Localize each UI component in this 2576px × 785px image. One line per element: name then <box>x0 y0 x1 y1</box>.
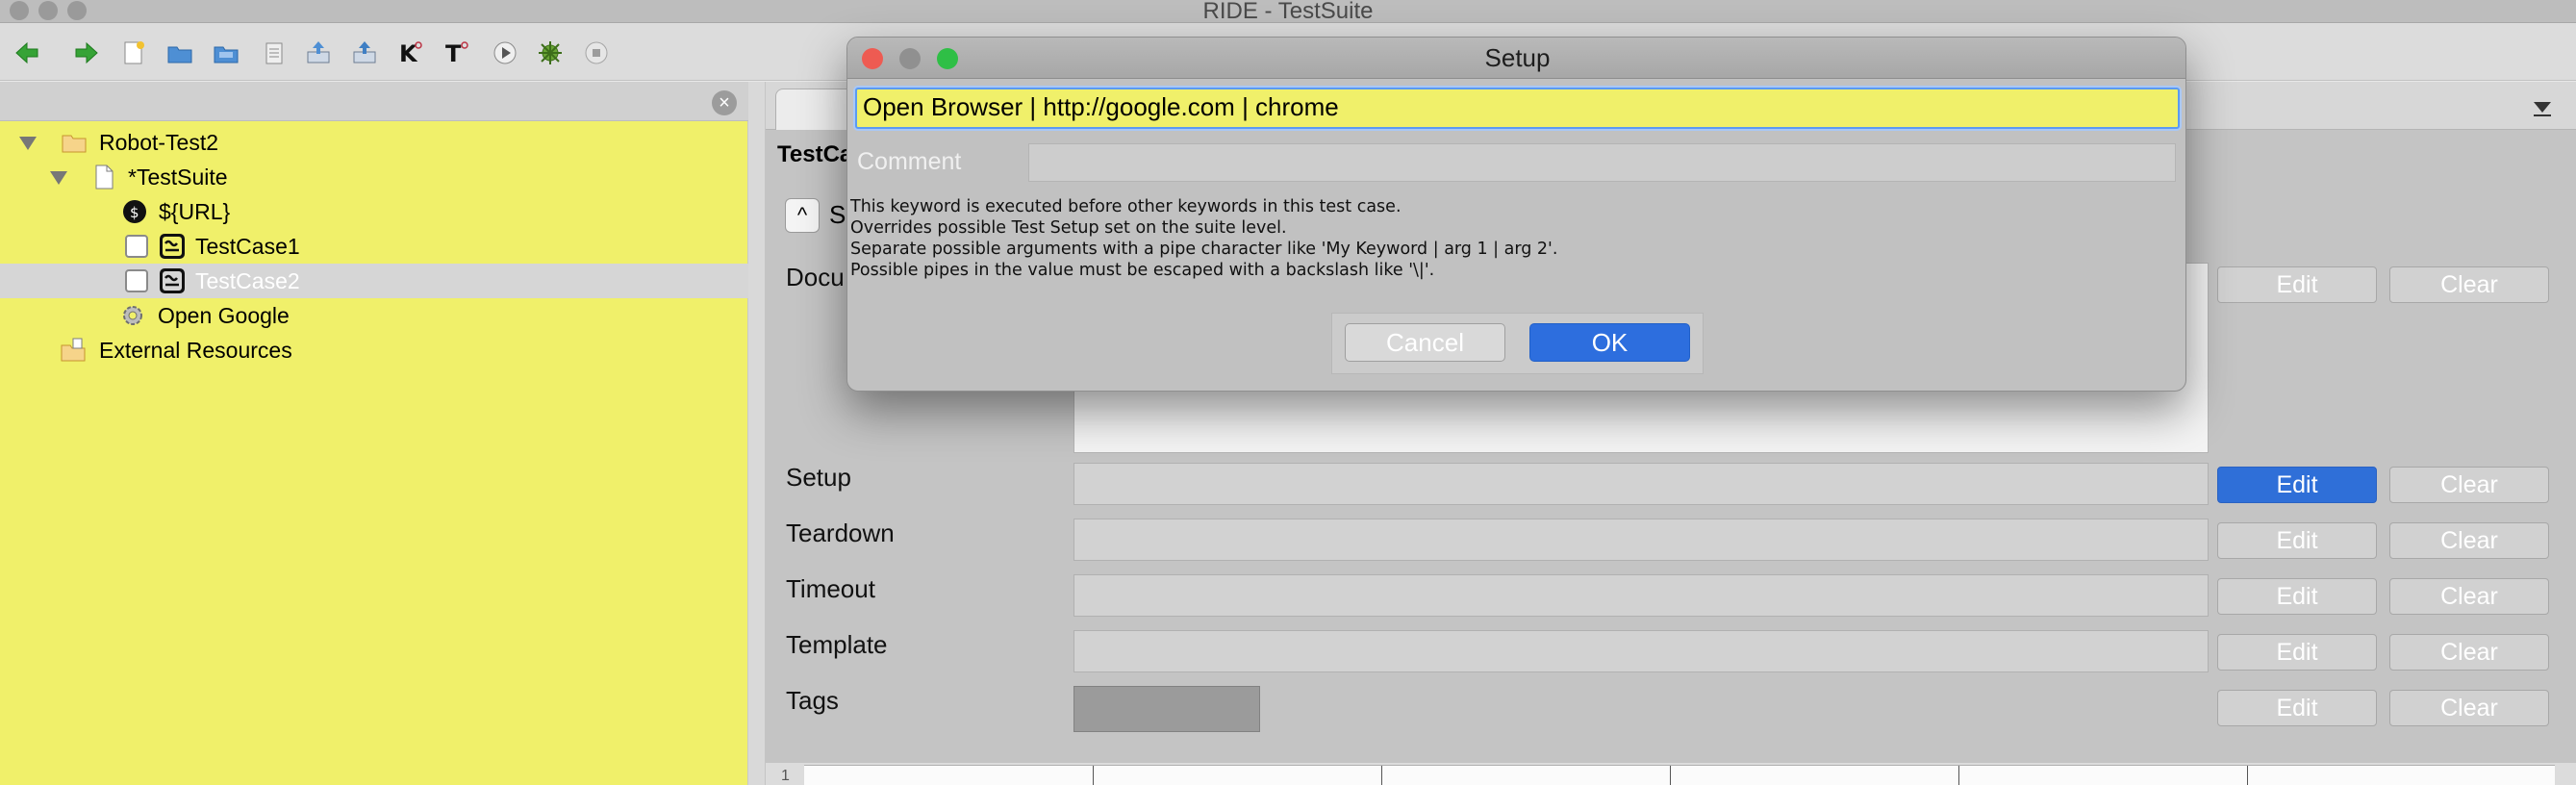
run-icon[interactable] <box>491 38 519 67</box>
help-line: This keyword is executed before other ke… <box>850 197 1402 216</box>
tree-item-label: ${URL} <box>159 199 231 224</box>
help-line: Overrides possible Test Setup set on the… <box>850 218 1287 238</box>
setup-value-input[interactable]: Open Browser | http://google.com | chrom… <box>855 88 2180 129</box>
search-keywords-icon[interactable]: K <box>395 38 424 67</box>
keyword-gear-icon <box>119 302 146 329</box>
cancel-button[interactable]: Cancel <box>1345 323 1505 362</box>
tree-item-open-google[interactable]: Open Google <box>0 298 748 333</box>
setup-clear-button[interactable]: Clear <box>2389 467 2549 503</box>
setup-field[interactable] <box>1073 463 2209 505</box>
external-resources-icon <box>60 337 87 364</box>
stop-icon[interactable] <box>582 38 611 67</box>
tree-item-label: External Resources <box>99 338 292 363</box>
help-line: Possible pipes in the value must be esca… <box>850 261 1435 280</box>
svg-text:T: T <box>445 40 462 67</box>
folder-icon <box>61 129 88 156</box>
tab-menu-icon-bar <box>2534 114 2551 116</box>
panel-splitter[interactable] <box>748 82 766 785</box>
tree-item-url-variable[interactable]: $ ${URL} <box>0 194 748 229</box>
debug-icon[interactable] <box>536 38 565 67</box>
tree-panel-header: × <box>0 82 748 121</box>
tags-clear-button[interactable]: Clear <box>2389 690 2549 726</box>
back-arrow-icon[interactable] <box>13 38 41 67</box>
forward-arrow-icon[interactable] <box>72 38 101 67</box>
testcase-checkbox[interactable] <box>125 269 148 292</box>
tree-item-label: Open Google <box>158 303 290 328</box>
tree-item-testsuite[interactable]: *TestSuite <box>0 160 748 194</box>
settings-label: S <box>829 200 846 229</box>
comment-input[interactable] <box>1028 143 2176 182</box>
template-label: Template <box>786 630 888 659</box>
dialog-title: Setup <box>1484 43 1551 72</box>
teardown-field[interactable] <box>1073 519 2209 561</box>
tags-label: Tags <box>786 686 839 715</box>
tree-item-robot-test2[interactable]: Robot-Test2 <box>0 125 748 160</box>
timeout-edit-button[interactable]: Edit <box>2217 578 2377 615</box>
documentation-clear-button[interactable]: Clear <box>2389 266 2549 303</box>
dialog-help-text: This keyword is executed before other ke… <box>850 196 1557 281</box>
setup-dialog: Setup Open Browser | http://google.com |… <box>846 37 2186 392</box>
documentation-label: Docu <box>786 263 845 291</box>
new-project-icon[interactable] <box>119 38 148 67</box>
collapse-settings-button[interactable]: ^ <box>785 198 820 233</box>
tags-field[interactable] <box>1073 686 1260 732</box>
setup-label: Setup <box>786 463 851 492</box>
editor-heading: TestCa <box>777 141 853 167</box>
file-icon <box>90 164 117 190</box>
teardown-label: Teardown <box>786 519 895 547</box>
timeout-label: Timeout <box>786 574 875 603</box>
comment-label: Comment <box>857 148 962 175</box>
open-folder-icon[interactable] <box>165 38 194 67</box>
open-directory-icon[interactable] <box>212 38 240 67</box>
template-edit-button[interactable]: Edit <box>2217 634 2377 671</box>
testcase-icon <box>159 233 186 260</box>
svg-text:$: $ <box>130 204 139 221</box>
ok-button[interactable]: OK <box>1529 323 1690 362</box>
dialog-title-bar: Setup <box>847 38 2185 79</box>
template-clear-button[interactable]: Clear <box>2389 634 2549 671</box>
grid-column-divider <box>1093 766 1094 785</box>
tree-item-label: *TestSuite <box>128 165 228 190</box>
tree-item-testcase1[interactable]: TestCase1 <box>0 229 748 264</box>
teardown-edit-button[interactable]: Edit <box>2217 522 2377 559</box>
timeout-clear-button[interactable]: Clear <box>2389 578 2549 615</box>
tree-item-testcase2[interactable]: TestCase2 <box>0 264 748 298</box>
steps-grid[interactable] <box>804 765 2555 785</box>
save-all-icon[interactable] <box>304 38 333 67</box>
grid-column-divider <box>1381 766 1382 785</box>
tree-item-label: Robot-Test2 <box>99 130 219 155</box>
grid-column-divider <box>1958 766 1959 785</box>
testcase-icon <box>159 267 186 294</box>
window-title-bar: RIDE - TestSuite <box>0 0 2576 23</box>
setup-edit-button[interactable]: Edit <box>2217 467 2377 503</box>
expand-triangle-icon[interactable] <box>50 171 67 185</box>
documentation-edit-button[interactable]: Edit <box>2217 266 2377 303</box>
testcase-checkbox[interactable] <box>125 235 148 258</box>
tab-menu-icon[interactable] <box>2534 102 2551 113</box>
save-icon[interactable] <box>260 38 289 67</box>
timeout-field[interactable] <box>1073 574 2209 617</box>
search-tests-icon[interactable]: T <box>442 38 470 67</box>
window-title: RIDE - TestSuite <box>1202 0 1374 24</box>
tree-item-external-resources[interactable]: External Resources <box>0 333 748 367</box>
grid-row-number: 1 <box>781 768 790 784</box>
variable-icon: $ <box>121 198 148 225</box>
template-field[interactable] <box>1073 630 2209 672</box>
tree-item-label: TestCase2 <box>195 268 300 293</box>
project-tree: Robot-Test2 *TestSuite $ ${URL} TestCase… <box>0 121 748 785</box>
import-resource-icon[interactable] <box>350 38 379 67</box>
grid-column-divider <box>1670 766 1671 785</box>
grid-column-divider <box>2247 766 2248 785</box>
expand-triangle-icon[interactable] <box>19 137 37 150</box>
tags-edit-button[interactable]: Edit <box>2217 690 2377 726</box>
close-panel-icon[interactable]: × <box>712 90 737 115</box>
teardown-clear-button[interactable]: Clear <box>2389 522 2549 559</box>
tree-item-label: TestCase1 <box>195 234 300 259</box>
help-line: Separate possible arguments with a pipe … <box>850 240 1558 259</box>
